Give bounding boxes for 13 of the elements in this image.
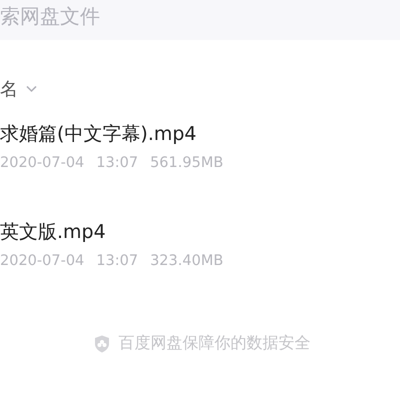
- sort-button[interactable]: 名: [0, 76, 37, 102]
- file-size: 323.40MB: [150, 252, 224, 270]
- chevron-down-icon: [26, 85, 37, 93]
- file-date: 2020-07-04: [0, 154, 84, 172]
- file-time: 13:07: [96, 154, 138, 172]
- file-name[interactable]: 求婚篇(中文字幕).mp4: [0, 122, 197, 146]
- file-size: 561.95MB: [150, 154, 224, 172]
- file-name[interactable]: 英文版.mp4: [0, 220, 106, 244]
- shield-icon: [94, 334, 110, 352]
- file-time: 13:07: [96, 252, 138, 270]
- search-field[interactable]: 索网盘文件: [0, 0, 400, 40]
- security-note: 百度网盘保障你的数据安全: [118, 333, 310, 354]
- file-date: 2020-07-04: [0, 252, 84, 270]
